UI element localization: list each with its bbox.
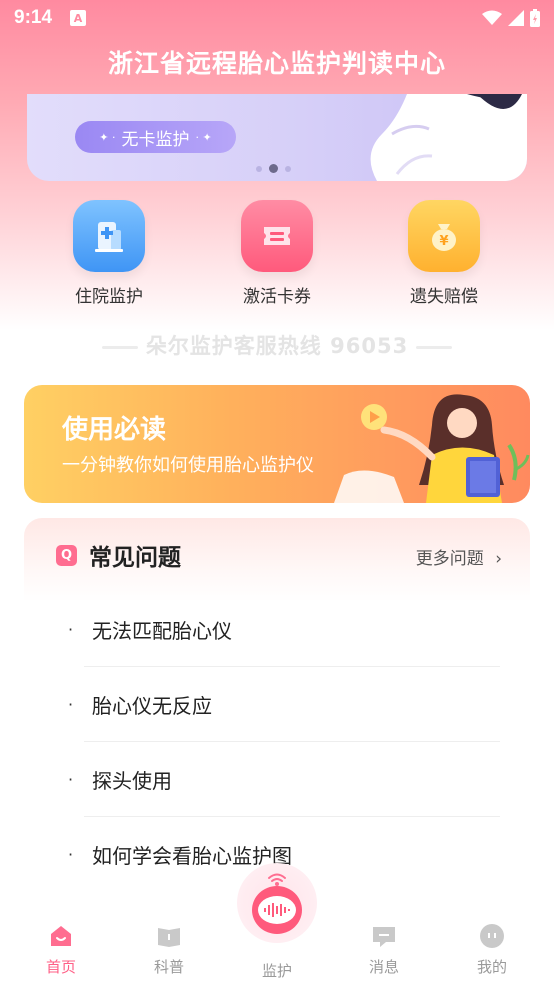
- tab-monitor[interactable]: 监护: [237, 953, 317, 981]
- hotline-text: 朵尔监护客服热线 96053: [145, 334, 409, 358]
- pregnant-woman-illustration: [370, 94, 527, 181]
- banner-carousel[interactable]: ✦ · 无卡监护 · ✦: [27, 94, 527, 181]
- battery-icon: [530, 9, 540, 27]
- no-card-monitor-pill[interactable]: ✦ · 无卡监护 · ✦: [75, 121, 236, 153]
- tab-messages[interactable]: 消息: [344, 923, 424, 977]
- faq-section: Q 常见问题 更多问题 › · 无法匹配胎心仪 · 胎心仪无反应 · 探头使用 …: [24, 518, 530, 898]
- ticket-icon: [241, 200, 313, 272]
- quick-action-loss-compensation[interactable]: ¥ 遗失赔偿: [394, 200, 494, 307]
- carousel-dot-active: [269, 164, 278, 173]
- message-icon: [371, 923, 397, 949]
- home-icon: [48, 923, 74, 949]
- divider: [416, 345, 453, 349]
- chevron-right-icon: ›: [495, 549, 502, 569]
- divider: [101, 345, 138, 349]
- hospital-icon: [73, 200, 145, 272]
- notification-icon: A: [70, 10, 87, 26]
- tab-label: 监护: [261, 962, 292, 980]
- faq-item[interactable]: · 胎心仪无反应: [68, 667, 500, 742]
- status-time: 9:14: [14, 7, 53, 28]
- monitor-icon: [252, 873, 302, 934]
- more-questions-link[interactable]: 更多问题 ›: [416, 544, 502, 569]
- tab-label: 科普: [153, 958, 184, 976]
- tab-profile[interactable]: 我的: [452, 923, 532, 977]
- carousel-dot: [256, 165, 262, 172]
- question-icon: Q: [56, 544, 77, 566]
- signal-icon: [508, 10, 524, 26]
- carousel-indicator: [256, 164, 291, 173]
- customer-service-hotline: 朵尔监护客服热线 96053: [0, 330, 554, 360]
- faq-item-text: 胎心仪无反应: [92, 693, 212, 718]
- tab-home[interactable]: 首页: [21, 923, 101, 977]
- page-title: 浙江省远程胎心监护判读中心: [107, 49, 446, 78]
- quick-action-label: 激活卡券: [243, 287, 311, 307]
- quick-action-label: 住院监护: [75, 287, 143, 307]
- guide-title: 使用必读: [62, 415, 167, 445]
- svg-text:¥: ¥: [439, 234, 448, 249]
- faq-item-text: 探头使用: [92, 768, 172, 793]
- quick-action-label: 遗失赔偿: [410, 287, 478, 307]
- faq-item[interactable]: · 无法匹配胎心仪: [68, 592, 500, 667]
- tab-label: 首页: [45, 958, 76, 976]
- money-bag-icon: ¥: [408, 200, 480, 272]
- profile-icon: [479, 923, 505, 949]
- faq-item-text: 如何学会看胎心监护图: [92, 844, 292, 868]
- reading-woman-illustration: [334, 394, 530, 503]
- sparkle-icon: ✦ ·: [99, 130, 116, 144]
- quick-action-activate-card[interactable]: 激活卡券: [227, 200, 327, 307]
- bullet: ·: [68, 619, 74, 639]
- quick-action-hospital[interactable]: 住院监护: [59, 200, 159, 307]
- book-icon: [156, 923, 182, 949]
- tab-label: 消息: [368, 958, 399, 976]
- tab-label: 我的: [476, 958, 507, 976]
- bullet: ·: [68, 769, 74, 789]
- bullet: ·: [68, 845, 74, 864]
- carousel-dot: [285, 165, 291, 172]
- wifi-icon: [482, 10, 502, 25]
- usage-guide-card[interactable]: 使用必读 一分钟教你如何使用胎心监护仪: [24, 385, 530, 503]
- sparkle-icon: · ✦: [195, 130, 212, 144]
- faq-item-text: 无法匹配胎心仪: [92, 618, 232, 643]
- more-questions-label: 更多问题: [415, 549, 484, 569]
- guide-subtitle: 一分钟教你如何使用胎心监护仪: [62, 455, 314, 476]
- faq-item[interactable]: · 探头使用: [68, 742, 500, 817]
- status-icons: [482, 9, 540, 27]
- tab-science[interactable]: 科普: [129, 923, 209, 977]
- faq-title: 常见问题: [89, 545, 181, 571]
- monitor-fab-button[interactable]: [237, 863, 317, 943]
- status-bar: 9:14 A: [0, 0, 554, 36]
- banner-pill-label: 无卡监护: [121, 129, 190, 150]
- faq-header: Q 常见问题: [56, 538, 181, 572]
- bullet: ·: [68, 694, 74, 714]
